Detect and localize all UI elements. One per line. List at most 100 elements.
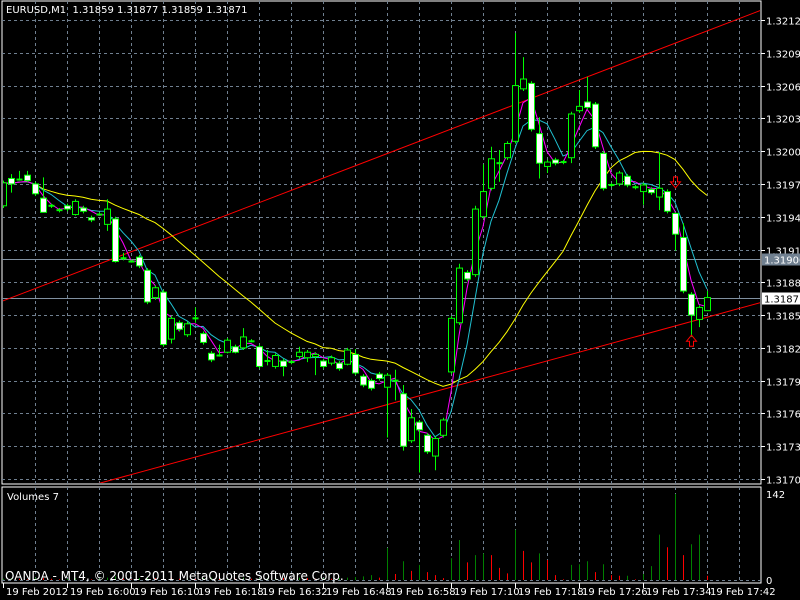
current-ohlc: 1.31859 1.31877 1.31859 1.31871 — [72, 5, 248, 16]
time-axis-label: 19 Feb 17:42 — [710, 587, 776, 598]
candle — [656, 152, 663, 211]
candle — [552, 157, 559, 166]
candle-body-bearish — [376, 373, 383, 379]
candle-body-bearish — [688, 293, 695, 316]
candle-body-bearish — [680, 236, 687, 292]
time-axis-label: 19 Feb 17:10 — [454, 587, 520, 598]
candle — [304, 350, 311, 363]
price-chart[interactable]: 1.32125 1.32095 1.32065 1.32035 1.32005 1.319… — [0, 0, 800, 600]
candle — [320, 358, 327, 369]
bid-price-label: 1.31871 — [764, 295, 800, 306]
candle — [344, 347, 351, 366]
volume-max-label: 142 — [766, 490, 785, 501]
price-axis-label: 1.31885 — [766, 279, 800, 290]
candle-body-bullish — [456, 267, 463, 324]
volume-indicator-label: Volumes 7 — [7, 492, 59, 503]
candle-body-bullish — [440, 419, 447, 436]
candle-body-bullish — [312, 353, 319, 358]
candle-body-bearish — [136, 256, 143, 267]
candle — [360, 374, 367, 388]
candle-body-bearish — [424, 434, 431, 453]
candle — [144, 268, 151, 305]
symbol-timeframe: EURUSD,M1 — [6, 5, 67, 16]
candle-body-bearish — [336, 362, 343, 370]
candle-body-bearish — [40, 197, 47, 213]
candle-body-bullish — [3, 182, 7, 207]
candle-body-bearish — [368, 380, 375, 389]
candle-body-bearish — [624, 175, 631, 186]
candle — [584, 76, 591, 110]
time-axis-label: 19 Feb 17:34 — [646, 587, 712, 598]
candle-body-bearish — [360, 375, 367, 386]
candle — [520, 57, 527, 92]
candle — [528, 81, 535, 132]
candle — [280, 358, 287, 377]
candle — [696, 305, 703, 328]
price-axis-label: 1.31765 — [766, 410, 800, 421]
candle — [160, 289, 167, 347]
candle — [40, 177, 47, 213]
candle — [672, 212, 679, 251]
candle-body-bearish — [600, 152, 607, 189]
candle — [352, 348, 359, 376]
candle-body-bullish — [640, 184, 647, 193]
candle-body-bullish — [480, 191, 487, 218]
candle-body-bullish — [272, 355, 279, 367]
price-axis-label: 1.31705 — [766, 476, 800, 487]
candle — [72, 199, 79, 216]
candle-body-bearish — [592, 103, 599, 148]
candle-body-bearish — [256, 346, 263, 367]
candle-body-bearish — [80, 207, 87, 212]
candle-body-bullish — [104, 208, 111, 225]
price-axis-label: 1.31975 — [766, 181, 800, 192]
candle-body-bearish — [208, 352, 215, 361]
candle — [688, 292, 695, 337]
candle — [504, 141, 511, 160]
candle — [600, 151, 607, 191]
price-axis-label: 1.32005 — [766, 148, 800, 159]
candle — [224, 338, 231, 354]
candle — [704, 291, 711, 312]
candle — [592, 101, 599, 149]
plot-area — [3, 10, 760, 483]
candle-body-bearish — [144, 269, 151, 303]
candle-body-bearish — [672, 212, 679, 235]
time-axis-label: 19 Feb 16:00 — [70, 587, 136, 598]
candle — [184, 321, 191, 337]
price-axis-label: 1.31735 — [766, 443, 800, 454]
candle — [368, 378, 375, 391]
candle-body-bearish — [280, 360, 287, 367]
candle — [8, 174, 15, 193]
candle-body-bullish — [432, 438, 439, 457]
candle — [448, 316, 455, 375]
candle-body-bearish — [232, 346, 239, 353]
candle — [272, 353, 279, 369]
candle — [488, 146, 495, 191]
price-axis-label: 1.31945 — [766, 214, 800, 225]
candle-body-bullish — [616, 172, 623, 185]
candle — [512, 33, 519, 144]
candle — [376, 371, 383, 381]
candle-body-bullish — [408, 417, 415, 442]
volume-min-label: 0 — [766, 576, 772, 587]
candle-body-bullish — [224, 339, 231, 353]
time-axis-label: 19 Feb 17:18 — [518, 587, 584, 598]
chart-header: EURUSD,M1 1.31859 1.31877 1.31859 1.3187… — [6, 5, 247, 16]
time-axis-label: 19 Feb 16:48 — [326, 587, 392, 598]
copyright-text: OANDA - MT4, © 2001-2011 MetaQuotes Soft… — [5, 569, 344, 583]
candle — [640, 182, 647, 205]
price-axis-label: 1.31795 — [766, 378, 800, 389]
candle — [472, 205, 479, 277]
candle-body-bullish — [520, 78, 527, 90]
candle — [616, 170, 623, 187]
candle-body-bullish — [512, 85, 519, 142]
candle — [568, 111, 575, 164]
candle — [48, 203, 55, 208]
candle-body-bearish — [552, 159, 559, 164]
candle — [576, 89, 583, 113]
candle — [248, 339, 255, 343]
candle — [440, 417, 447, 438]
candle-body-bullish — [704, 297, 711, 312]
candle-body-bearish — [536, 133, 543, 164]
candle — [544, 159, 551, 173]
